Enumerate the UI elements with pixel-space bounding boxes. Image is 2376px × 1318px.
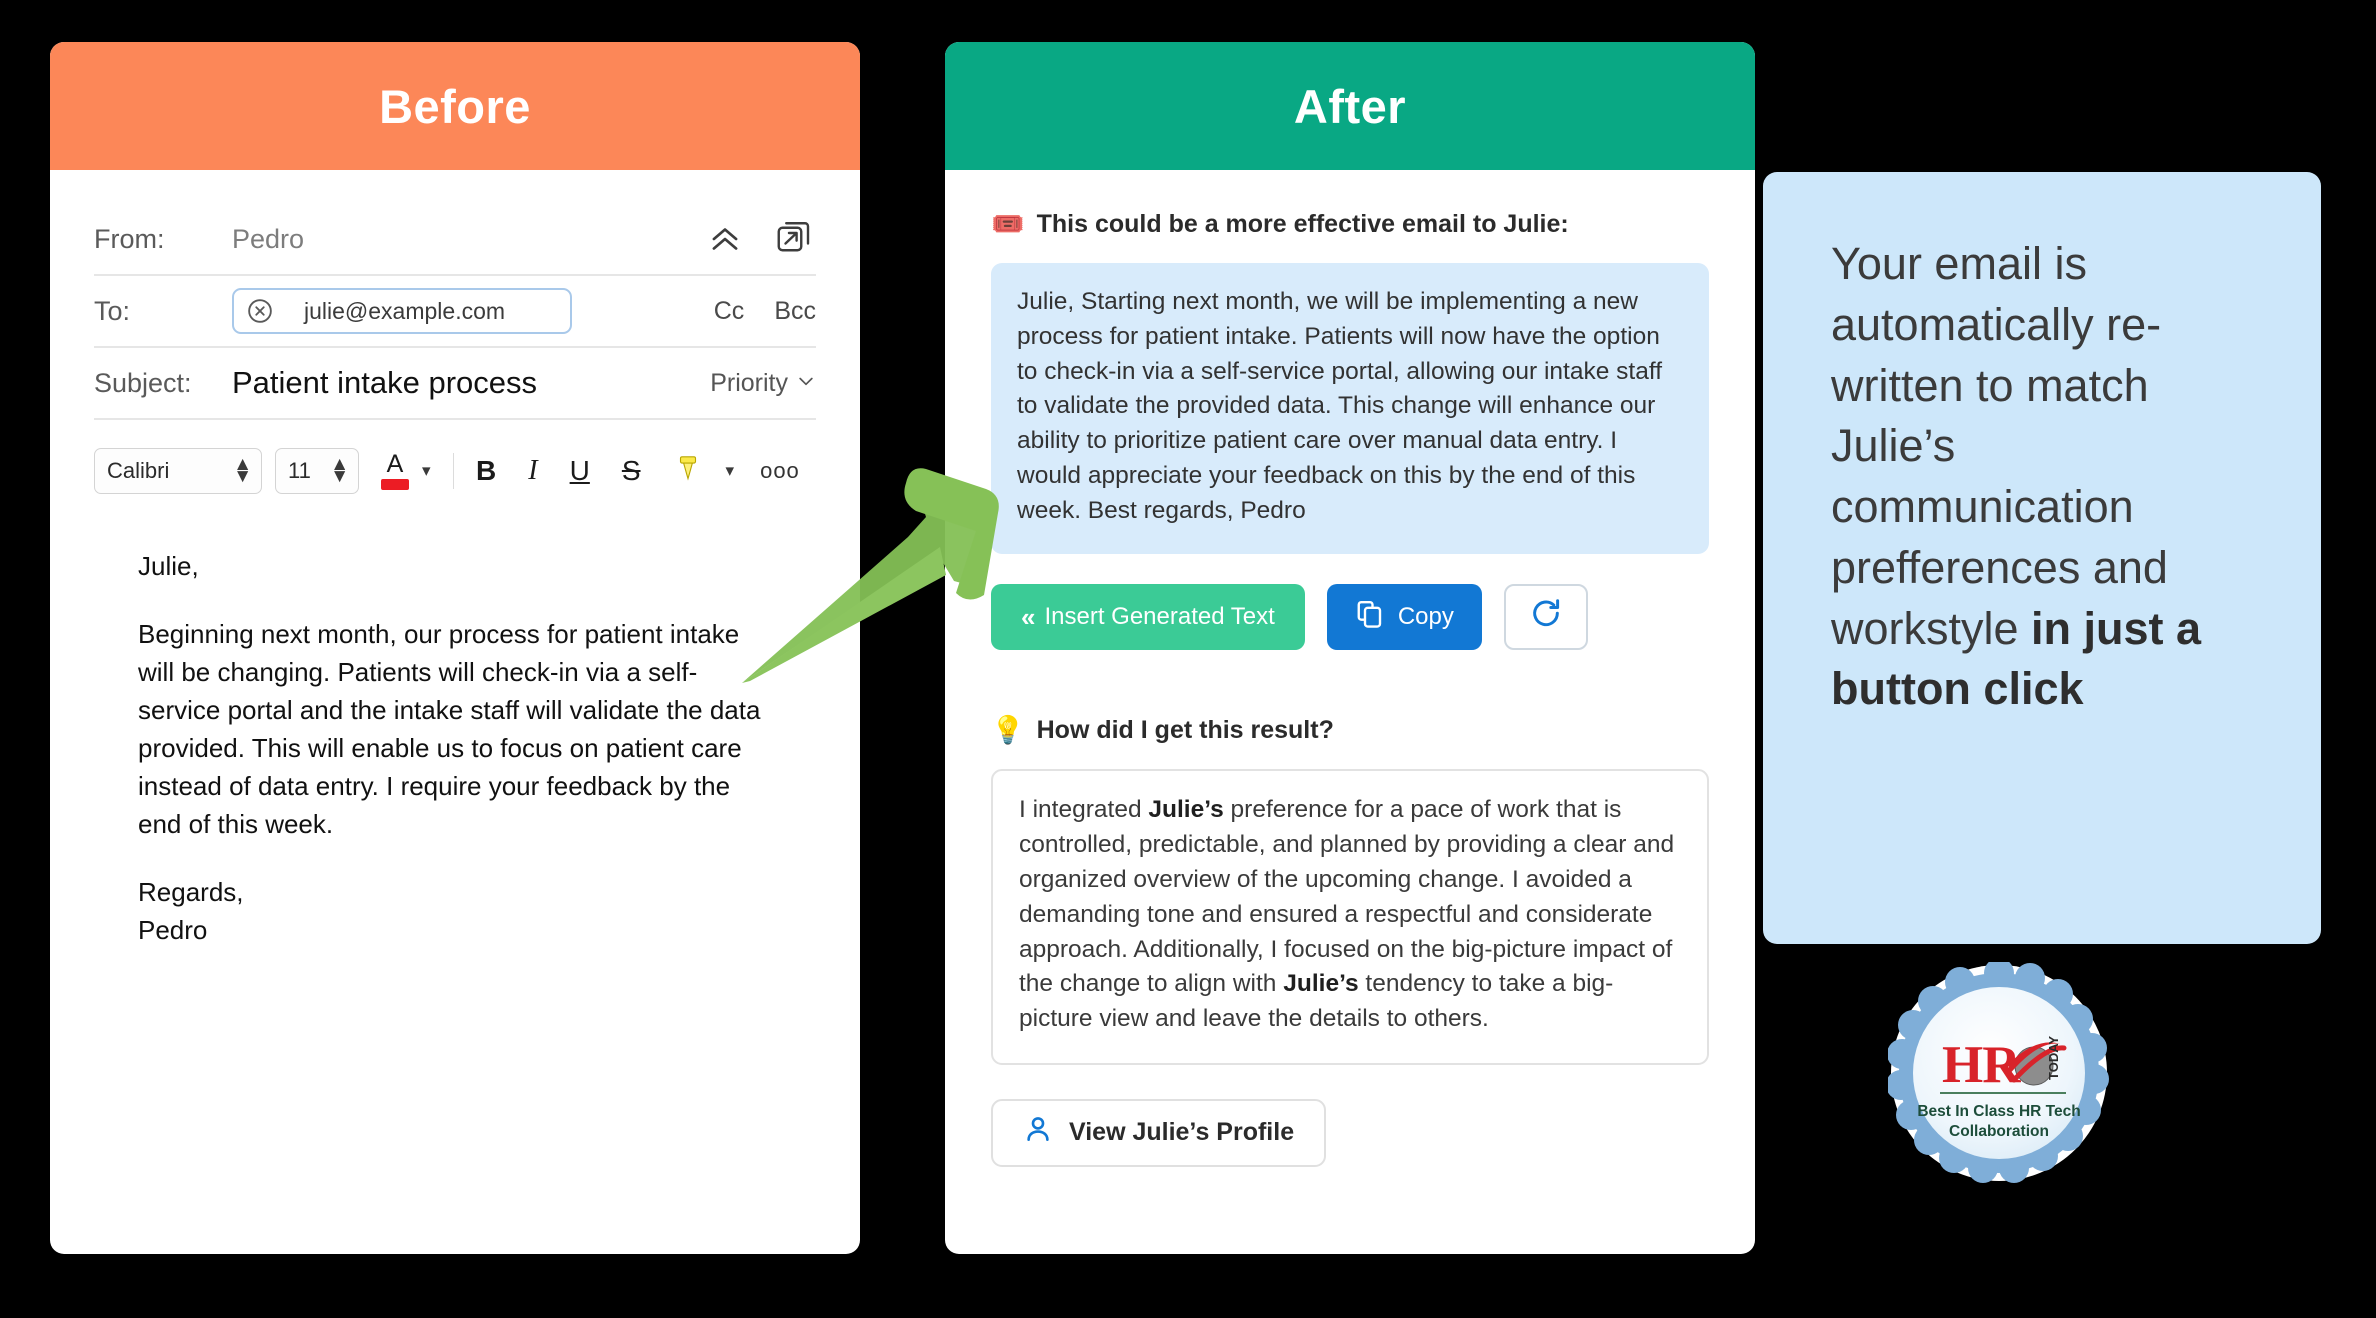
svg-text:HR: HR — [1942, 1036, 2021, 1094]
cc-bcc-group: Cc Bcc — [690, 297, 816, 326]
to-row: To: julie@example.com Cc Bcc — [94, 276, 816, 348]
recipient-email: julie@example.com — [304, 297, 506, 324]
generated-text-box[interactable]: Julie, Starting next month, we will be i… — [991, 263, 1709, 555]
from-row: From: Pedro — [94, 204, 816, 276]
callout-text-normal: Your email is automatically re-written t… — [1831, 238, 2168, 654]
from-field[interactable]: Pedro — [232, 224, 706, 255]
subject-row: Subject: Patient intake process Priority — [94, 348, 816, 420]
highlighter-icon[interactable] — [673, 453, 703, 490]
to-label: To: — [94, 295, 131, 326]
explanation-section: 💡 How did I get this result? I integrate… — [991, 716, 1709, 1167]
double-chevron-left-icon: « — [1021, 601, 1036, 632]
font-size-value: 11 — [288, 458, 311, 483]
chevron-down-icon — [796, 369, 816, 398]
font-size-select[interactable]: 11 ▲ ▼ — [275, 448, 359, 494]
email-signature: Pedro — [138, 914, 208, 945]
insert-generated-text-label: Insert Generated Text — [1044, 603, 1275, 631]
view-profile-label: View Julie’s Profile — [1069, 1118, 1295, 1147]
view-profile-button[interactable]: View Julie’s Profile — [991, 1098, 1327, 1167]
highlighter-chevron-down-icon[interactable]: ▾ — [726, 461, 735, 481]
italic-button[interactable]: I — [528, 455, 537, 487]
explanation-bold2: Julie’s — [1283, 970, 1359, 998]
refresh-icon — [1529, 597, 1563, 638]
compose-header-icons — [706, 220, 816, 258]
font-color-swatch — [381, 479, 409, 490]
copy-icon — [1355, 599, 1385, 636]
to-field[interactable]: julie@example.com — [232, 288, 690, 334]
stepper-icon: ▲ ▼ — [233, 454, 252, 487]
explanation-bold1: Julie’s — [1148, 796, 1224, 824]
email-signoff: Regards, — [138, 876, 244, 907]
font-color-chevron-down-icon[interactable]: ▾ — [422, 461, 431, 481]
generated-actions: « Insert Generated Text Copy — [991, 584, 1709, 651]
subject-value: Patient intake process — [232, 365, 538, 400]
collapse-chevron-up-icon[interactable] — [706, 220, 744, 258]
hr-today-award-badge: HR TODAY Best In Class HR Tech Collabora… — [1886, 958, 2110, 1184]
person-icon — [1023, 1114, 1053, 1151]
badge-line2: Collaboration — [1949, 1123, 2049, 1140]
font-family-select[interactable]: Calibri ▲ ▼ — [94, 448, 262, 494]
explanation-heading-text: How did I get this result? — [1036, 716, 1334, 745]
ai-assist-panel: 🎟️ This could be a more effective email … — [945, 170, 1755, 1167]
after-panel-header: After — [945, 42, 1755, 170]
email-greeting: Julie, — [138, 551, 199, 581]
email-compose-area: From: Pedro To: julie@example.com Cc Bcc… — [50, 170, 860, 950]
underline-button[interactable]: U — [570, 455, 590, 487]
explanation-heading: 💡 How did I get this result? — [991, 716, 1709, 745]
svg-text:TODAY: TODAY — [2046, 1036, 2061, 1080]
subject-field[interactable]: Patient intake process — [232, 365, 710, 401]
before-panel: Before From: Pedro To: julie@example.com… — [50, 42, 860, 1254]
email-paragraph: Beginning next month, our process for pa… — [138, 618, 761, 839]
explanation-text-box: I integrated Julie’s preference for a pa… — [991, 769, 1709, 1065]
insert-generated-text-button[interactable]: « Insert Generated Text — [991, 584, 1305, 651]
explanation-part1: I integrated — [1019, 796, 1149, 824]
strikethrough-button[interactable]: S — [622, 455, 641, 487]
lightbulb-icon: 💡 — [991, 715, 1025, 746]
explanation-part2: preference for a pace of work that is co… — [1019, 796, 1675, 998]
callout-text: Your email is automatically re-written t… — [1831, 234, 2265, 720]
cc-button[interactable]: Cc — [714, 297, 745, 326]
toolbar-divider — [452, 453, 455, 489]
copy-label: Copy — [1397, 603, 1454, 631]
generated-email-heading-text: This could be a more effective email to … — [1036, 210, 1569, 238]
after-panel: After 🎟️ This could be a more effective … — [945, 42, 1755, 1254]
email-body[interactable]: Julie, Beginning next month, our process… — [94, 494, 816, 950]
from-value: Pedro — [232, 223, 305, 254]
font-color-button[interactable]: A — [377, 452, 413, 490]
stepper-icon: ▲ ▼ — [330, 454, 349, 487]
badge-line1: Best In Class HR Tech — [1917, 1103, 2080, 1120]
pop-out-window-icon[interactable] — [774, 220, 812, 258]
bold-button[interactable]: B — [476, 455, 496, 487]
regenerate-button[interactable] — [1503, 584, 1588, 651]
green-arrow-icon — [740, 455, 1010, 685]
before-header-title: Before — [379, 79, 531, 133]
remove-recipient-icon[interactable] — [246, 297, 274, 325]
from-label: From: — [94, 223, 165, 254]
priority-label: Priority — [710, 368, 788, 397]
font-color-letter: A — [386, 450, 404, 478]
copy-button[interactable]: Copy — [1326, 584, 1482, 651]
priority-dropdown[interactable]: Priority — [710, 369, 816, 398]
formatting-toolbar: Calibri ▲ ▼ 11 ▲ ▼ A ▾ B I U S ▾ ooo — [94, 420, 816, 494]
generated-email-heading: 🎟️ This could be a more effective email … — [991, 210, 1709, 239]
after-header-title: After — [1293, 79, 1407, 133]
callout-panel: Your email is automatically re-written t… — [1763, 172, 2321, 944]
subject-label: Subject: — [94, 367, 192, 398]
magic-wand-icon: 🎟️ — [991, 209, 1025, 239]
font-family-value: Calibri — [107, 458, 170, 483]
recipient-chip[interactable]: julie@example.com — [232, 288, 572, 334]
screenshot-canvas: Before From: Pedro To: julie@example.com… — [0, 0, 2376, 1318]
before-panel-header: Before — [50, 42, 860, 170]
bcc-button[interactable]: Bcc — [774, 297, 816, 326]
